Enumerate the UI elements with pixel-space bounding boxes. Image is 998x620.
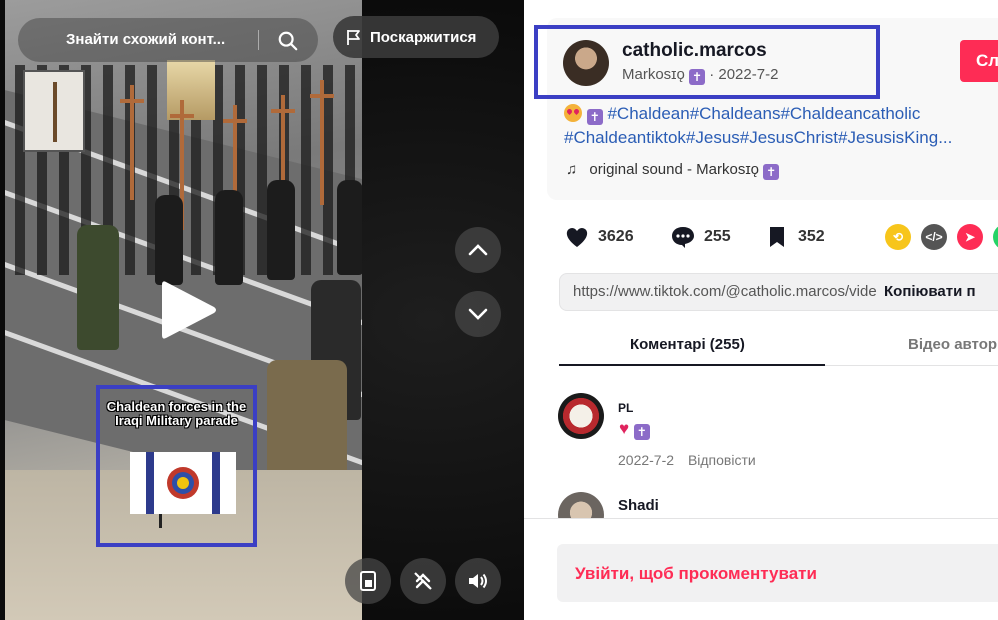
- bookmark-icon: [770, 227, 784, 247]
- marching-soldier: [267, 180, 295, 280]
- tab-creator-videos[interactable]: Відео автор: [908, 336, 997, 353]
- reply-button[interactable]: Відповісти: [688, 452, 756, 468]
- description-line-1: ✝ #Chaldean#Chaldeans#Chaldeancatholic: [564, 104, 920, 125]
- carried-cross: [120, 85, 144, 200]
- chaldean-flag: [130, 452, 236, 514]
- cross-emoji-icon: ✝: [586, 109, 603, 125]
- save-count: 352: [798, 228, 825, 245]
- repost-icon: ⟲: [892, 230, 904, 244]
- heart-icon: [566, 227, 588, 247]
- floating-player-button[interactable]: [345, 558, 391, 604]
- comment-heart-emoji: ♥: [619, 419, 630, 438]
- comment-author[interactable]: PL: [618, 401, 633, 415]
- comment-author[interactable]: Shadi: [618, 497, 659, 514]
- sun-emblem-icon: [167, 467, 199, 499]
- video-overlay-caption: Chaldean forces in the Iraqi Military pa…: [106, 399, 247, 428]
- share-link-text[interactable]: https://www.tiktok.com/@catholic.marcos/…: [573, 283, 877, 300]
- search-placeholder[interactable]: Знайти схожий конт...: [66, 31, 256, 48]
- cross-emoji-icon: ✝: [763, 164, 780, 180]
- send-icon: ➤: [964, 230, 976, 244]
- follow-button[interactable]: Сл: [960, 40, 998, 82]
- volume-icon: [469, 573, 487, 589]
- heart-eyes-emoji-icon: [564, 104, 582, 122]
- marching-soldier: [215, 190, 243, 285]
- video-player[interactable]: Знайти схожий конт... Поскаржитися Chald…: [0, 0, 524, 620]
- standing-officer: [77, 225, 119, 350]
- hashtags-line-2[interactable]: #Chaldeantiktok#Jesus#JesusChrist#Jesusi…: [564, 128, 998, 148]
- chevron-up-icon: [468, 244, 488, 256]
- cross-emoji-icon: ✝: [633, 424, 650, 440]
- tiktok-video-page: Знайти схожий конт... Поскаржитися Chald…: [0, 0, 998, 620]
- active-tab-indicator: [559, 364, 825, 366]
- comment-text: ♥ ✝: [619, 419, 650, 440]
- share-send-button[interactable]: ➤: [957, 224, 983, 250]
- sound-link[interactable]: ♫ original sound - Markosɪǫ ✝: [566, 161, 780, 180]
- login-to-comment-link[interactable]: Увійти, щоб прокоментувати: [575, 564, 817, 584]
- comment-meta: 2022-7-2 Відповісти: [618, 452, 756, 468]
- carried-cross: [310, 80, 334, 205]
- flag-pole: [159, 514, 162, 528]
- report-label[interactable]: Поскаржитися: [370, 29, 476, 46]
- flag-stripe: [212, 452, 220, 514]
- next-video-button[interactable]: [455, 291, 501, 337]
- volume-button[interactable]: [455, 558, 501, 604]
- share-embed-button[interactable]: </>: [921, 224, 947, 250]
- floating-player-icon: [360, 571, 376, 591]
- autoscroll-button[interactable]: [400, 558, 446, 604]
- crucifix-banner: [23, 70, 85, 152]
- flag-icon: [347, 30, 360, 45]
- comment-avatar[interactable]: [558, 393, 604, 439]
- religious-banner: [167, 60, 215, 120]
- comment-icon: [672, 227, 694, 248]
- search-icon[interactable]: [277, 30, 299, 52]
- play-icon[interactable]: [158, 276, 220, 344]
- chevron-down-icon: [468, 308, 488, 320]
- comment-date: 2022-7-2: [618, 452, 675, 468]
- tab-comments[interactable]: Коментарі (255): [630, 336, 745, 353]
- copy-link-button[interactable]: Копіювати п: [884, 283, 976, 300]
- share-repost-button[interactable]: ⟲: [885, 224, 911, 250]
- music-note-icon: ♫: [566, 161, 578, 178]
- previous-video-button[interactable]: [455, 227, 501, 273]
- hashtags-line-1[interactable]: #Chaldean#Chaldeans#Chaldeancatholic: [607, 104, 920, 123]
- search-divider: [258, 30, 259, 50]
- flag-stripe: [146, 452, 154, 514]
- autoscroll-icon: [414, 572, 432, 590]
- sound-name[interactable]: original sound - Markosɪǫ: [589, 161, 759, 178]
- like-count: 3626: [598, 228, 634, 245]
- embed-code-icon: </>: [925, 230, 943, 244]
- author-highlight-box: [534, 25, 880, 99]
- comment-count: 255: [704, 228, 731, 245]
- marching-soldier: [155, 195, 183, 285]
- marching-soldier: [337, 180, 362, 275]
